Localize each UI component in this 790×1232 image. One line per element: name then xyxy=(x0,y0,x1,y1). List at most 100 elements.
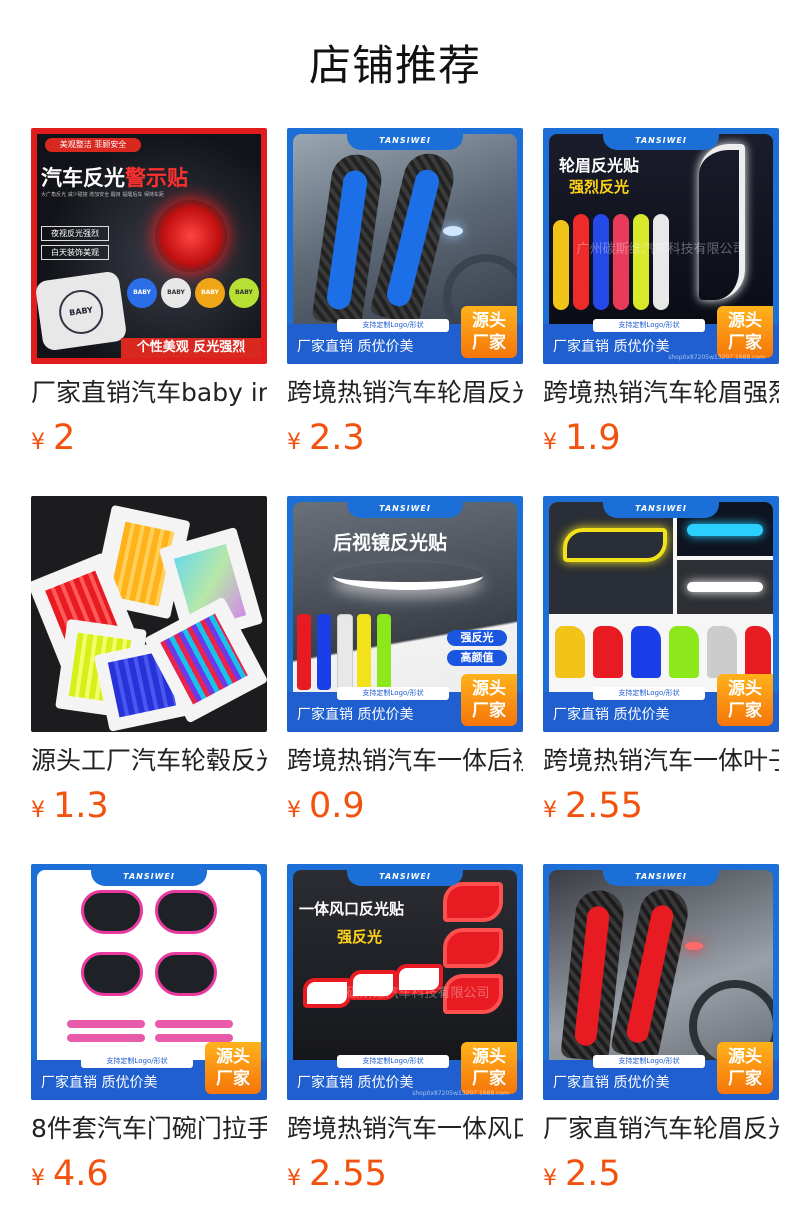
promo-headline: 汽车反光警示贴 xyxy=(41,166,188,190)
price-value: 2.5 xyxy=(565,1154,621,1194)
brand-tab: TANSIWEI xyxy=(603,864,719,886)
watermark: 广州碳斯维汽车科技有限公司 xyxy=(576,242,746,257)
orange-sticker-icon: BABY xyxy=(195,278,225,308)
product-price: ¥2.3 xyxy=(287,416,365,460)
currency-symbol: ¥ xyxy=(543,798,557,823)
band-text: 厂家直销 质优价美 xyxy=(297,1075,414,1091)
source-factory-badge: 源头 厂家 xyxy=(717,1042,773,1094)
product-name[interactable]: 源头工厂汽车轮毂反光贴 xyxy=(31,744,267,778)
currency-symbol: ¥ xyxy=(287,1166,301,1191)
green-sticker-icon: BABY xyxy=(229,278,259,308)
feature-tag: 夜视反光强烈 xyxy=(41,226,109,241)
brand-tab: TANSIWEI xyxy=(347,128,463,150)
currency-symbol: ¥ xyxy=(31,430,45,455)
brand-tab: TANSIWEI xyxy=(91,864,207,886)
product-image[interactable] xyxy=(31,496,267,732)
currency-symbol: ¥ xyxy=(287,798,301,823)
logo-tip: 支持定制Logo/形状 xyxy=(593,319,705,332)
product-image[interactable]: 轮眉反光贴 强烈反光 广州碳斯维汽车科技有限公司 TANSIWEI 支持定制Lo… xyxy=(543,128,779,364)
product-name[interactable]: 跨境热销汽车轮眉反光贴 xyxy=(287,376,523,410)
shop-watermark: shop0x87205w13207.1688.com xyxy=(668,354,765,361)
product-image[interactable]: TANSIWEI 支持定制Logo/形状 厂家直销 质优价美 源头 厂家 xyxy=(31,864,267,1100)
product-price: ¥1.9 xyxy=(543,416,621,460)
band-text: 厂家直销 质优价美 xyxy=(41,1075,158,1091)
glowing-sticker-icon xyxy=(155,200,227,272)
currency-symbol: ¥ xyxy=(31,798,45,823)
shop-watermark: shop0x87205w13207.1688.com xyxy=(412,1090,509,1097)
price-value: 0.9 xyxy=(309,786,365,826)
price-value: 2.55 xyxy=(565,786,643,826)
blue-sticker-icon: BABY xyxy=(127,278,157,308)
logo-tip: 支持定制Logo/形状 xyxy=(337,687,449,700)
source-factory-badge: 源头 厂家 xyxy=(717,674,773,726)
watermark: 广州碳斯维汽车科技有限公司 xyxy=(320,986,490,1001)
price-value: 2.3 xyxy=(309,418,365,458)
promo-title: 轮眉反光贴 xyxy=(559,156,640,175)
product-price: ¥2.55 xyxy=(287,1152,387,1196)
page-title: 店铺推荐 xyxy=(308,41,481,90)
source-factory-badge: 源头 厂家 xyxy=(205,1042,261,1094)
promo-title: 一体风口反光贴 xyxy=(299,900,405,918)
promo-title: 后视镜反光贴 xyxy=(333,532,448,554)
glow-strip-icon xyxy=(699,144,745,300)
door-bowl-icon xyxy=(155,890,217,934)
feature-tag: 白天装饰美观 xyxy=(41,245,109,260)
source-factory-badge: 源头 厂家 xyxy=(717,306,773,358)
product-image[interactable]: TANSIWEI 支持定制Logo/形状 厂家直销 质优价美 源头 厂家 xyxy=(543,864,779,1100)
source-factory-badge: 源头 厂家 xyxy=(461,306,517,358)
promo-subtitle: 强反光 xyxy=(337,928,383,946)
source-factory-badge: 源头 厂家 xyxy=(461,674,517,726)
product-price: ¥2.55 xyxy=(543,784,643,828)
logo-tip: 支持定制Logo/形状 xyxy=(593,1055,705,1068)
bottom-banner: 个性美观 反光强烈 xyxy=(121,338,261,358)
product-name[interactable]: 8件套汽车门碗门拉手反光贴 xyxy=(31,1112,267,1146)
door-bowl-icon xyxy=(155,952,217,996)
price-value: 1.3 xyxy=(53,786,109,826)
door-bowl-icon xyxy=(81,952,143,996)
product-price: ¥2.5 xyxy=(543,1152,621,1196)
brand-tab: TANSIWEI xyxy=(347,864,463,886)
product-name[interactable]: 厂家直销汽车轮眉反光贴 xyxy=(543,1112,779,1146)
product-name[interactable]: 跨境热销汽车一体风口反光贴 xyxy=(287,1112,523,1146)
vent-sticker-icon xyxy=(443,882,503,922)
currency-symbol: ¥ xyxy=(287,430,301,455)
product-price: ¥1.3 xyxy=(31,784,109,828)
band-text: 厂家直销 质优价美 xyxy=(553,339,670,355)
logo-tip: 支持定制Logo/形状 xyxy=(337,319,449,332)
product-name[interactable]: 跨境热销汽车轮眉强烈反光贴 xyxy=(543,376,779,410)
product-image[interactable]: 美观整洁 菲顾安全 汽车反光警示贴 大广角反光 减少碰撞 增加安全 醒目 提醒后… xyxy=(31,128,267,364)
product-image[interactable]: 后视镜反光贴 强反光 高颜值 TANSIWEI 支持定制Logo/形状 厂家直销… xyxy=(287,496,523,732)
product-image[interactable]: 一体风口反光贴 强反光 广州碳斯维汽车科技有限公司 TANSIWEI 支持定制L… xyxy=(287,864,523,1100)
brand-tab: TANSIWEI xyxy=(603,128,719,150)
price-value: 4.6 xyxy=(53,1154,109,1194)
glow-strip-icon xyxy=(563,528,667,562)
band-text: 厂家直销 质优价美 xyxy=(553,1075,670,1091)
band-text: 厂家直销 质优价美 xyxy=(297,707,414,723)
fuel-cap-icon: BABY xyxy=(34,270,128,352)
source-factory-badge: 源头 厂家 xyxy=(461,1042,517,1094)
band-text: 厂家直销 质优价美 xyxy=(297,339,414,355)
product-image[interactable]: TANSIWEI 支持定制Logo/形状 厂家直销 质优价美 源头 厂家 xyxy=(287,128,523,364)
product-price: ¥4.6 xyxy=(31,1152,109,1196)
brand-tab: TANSIWEI xyxy=(347,496,463,518)
product-image[interactable]: TANSIWEI 支持定制Logo/形状 厂家直销 质优价美 源头 厂家 xyxy=(543,496,779,732)
promo-subtitle: 强烈反光 xyxy=(569,178,630,196)
currency-symbol: ¥ xyxy=(543,1166,557,1191)
price-value: 2 xyxy=(53,418,76,458)
product-name[interactable]: 跨境热销汽车一体叶子板反光贴 xyxy=(543,744,779,778)
white-sticker-icon: BABY xyxy=(161,278,191,308)
feature-tag: 强反光 xyxy=(447,630,507,646)
product-price: ¥0.9 xyxy=(287,784,365,828)
price-value: 1.9 xyxy=(565,418,621,458)
product-price: ¥2 xyxy=(31,416,75,460)
currency-symbol: ¥ xyxy=(543,430,557,455)
price-value: 2.55 xyxy=(309,1154,387,1194)
promo-subline: 大广角反光 减少碰撞 增加安全 醒目 提醒后车 保持车距 xyxy=(41,192,164,198)
feature-tag: 高颜值 xyxy=(447,650,507,666)
product-name[interactable]: 跨境热销汽车一体后视镜反光贴 xyxy=(287,744,523,778)
door-bowl-icon xyxy=(81,890,143,934)
brand-tab: TANSIWEI xyxy=(603,496,719,518)
top-banner: 美观整洁 菲顾安全 xyxy=(45,138,141,152)
glow-strip-icon xyxy=(333,562,483,590)
product-name[interactable]: 厂家直销汽车baby in car反光贴 xyxy=(31,376,267,410)
